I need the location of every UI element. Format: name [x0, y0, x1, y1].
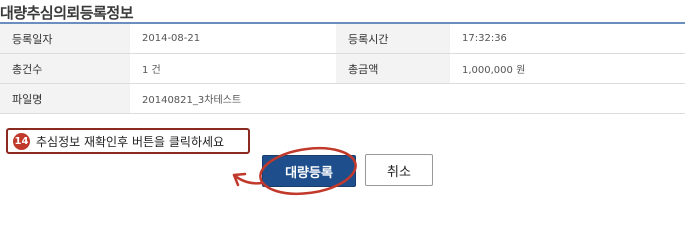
- table-row: 등록일자 2014-08-21 등록시간 17:32:36: [0, 23, 685, 54]
- label-total-amount: 총금액: [336, 53, 450, 84]
- label-total-count: 총건수: [0, 53, 130, 84]
- page-title: 대량추심의뢰등록정보: [0, 4, 134, 22]
- value-total-count: 1 건: [130, 53, 336, 84]
- pointer-arrow-line: [233, 174, 263, 185]
- instruction-callout: 14 추심정보 재확인후 버튼을 클릭하세요: [6, 128, 250, 154]
- bulk-register-button[interactable]: 대량등록: [262, 155, 356, 187]
- value-total-amount: 1,000,000 원: [450, 53, 685, 84]
- label-registration-date: 등록일자: [0, 23, 130, 54]
- table-row: 파일명 20140821_3차테스트: [0, 83, 685, 114]
- value-registration-date: 2014-08-21: [130, 23, 336, 54]
- value-registration-time: 17:32:36: [450, 23, 685, 54]
- label-registration-time: 등록시간: [336, 23, 450, 54]
- label-file-name: 파일명: [0, 83, 130, 114]
- step-badge: 14: [13, 132, 30, 150]
- instruction-text: 추심정보 재확인후 버튼을 클릭하세요: [36, 134, 225, 149]
- registration-info-table: 등록일자 2014-08-21 등록시간 17:32:36 총건수 1 건 총금…: [0, 22, 685, 114]
- pointer-arrow-head-icon: [232, 172, 247, 187]
- table-row: 총건수 1 건 총금액 1,000,000 원: [0, 53, 685, 84]
- cancel-button[interactable]: 취소: [365, 154, 433, 186]
- value-file-name: 20140821_3차테스트: [130, 83, 685, 114]
